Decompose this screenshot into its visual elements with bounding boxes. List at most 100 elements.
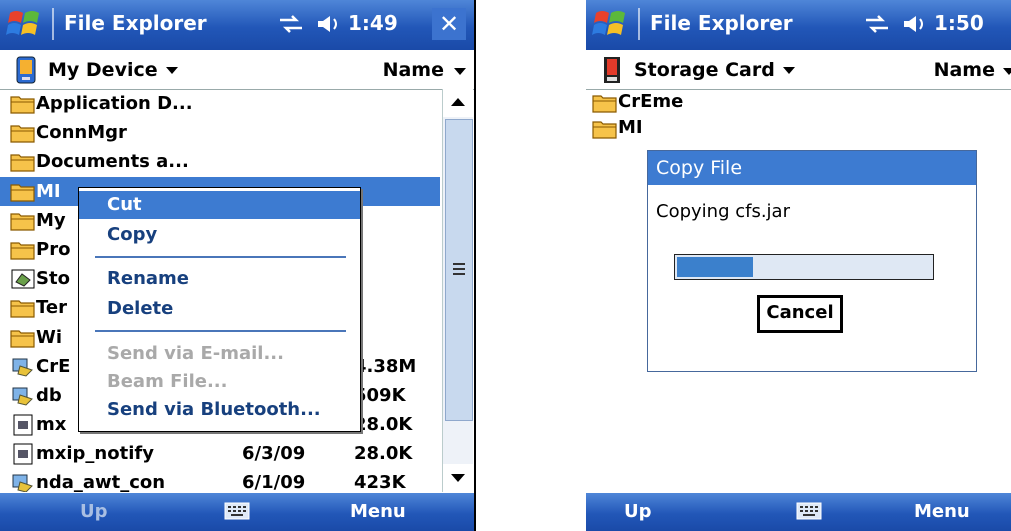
file-date: 6/1/09 — [242, 472, 306, 492]
file-name: Ter — [36, 297, 67, 319]
folder-icon — [10, 210, 36, 232]
softkey-up[interactable]: Up — [80, 501, 108, 522]
cancel-button[interactable]: Cancel — [757, 295, 843, 333]
close-button[interactable]: ✕ — [432, 8, 466, 40]
file-name: db — [36, 384, 62, 406]
file-row[interactable]: CrEme — [586, 89, 1011, 115]
dialog-message: Copying cfs.jar — [656, 201, 790, 222]
location-header: My Device Name — [0, 51, 474, 90]
storage-card-icon — [10, 268, 36, 290]
title-separator — [638, 8, 640, 40]
soft-key-bar: Up Menu — [586, 493, 1011, 531]
folder-icon — [10, 181, 36, 203]
app-title: File Explorer — [650, 11, 793, 35]
scroll-thumb[interactable] — [445, 119, 473, 421]
progress-bar — [674, 254, 934, 280]
file-row[interactable]: Application D... — [0, 89, 440, 118]
softkey-up[interactable]: Up — [624, 501, 652, 522]
connectivity-icon[interactable] — [864, 14, 890, 34]
folder-icon — [10, 239, 36, 261]
sort-chevron-down-icon[interactable] — [454, 68, 466, 75]
file-name: ConnMgr — [36, 122, 127, 144]
folder-icon — [10, 151, 36, 173]
keyboard-icon[interactable] — [796, 502, 822, 520]
folder-icon — [10, 297, 36, 319]
file-date: 6/3/09 — [242, 443, 306, 465]
file-name: Documents a... — [36, 151, 189, 173]
arrow-down-icon — [451, 474, 465, 482]
menu-item-send-via-email: Send via E-mail... — [107, 343, 284, 364]
app-title: File Explorer — [64, 11, 207, 35]
arrow-up-icon — [451, 98, 465, 106]
title-separator — [52, 8, 54, 40]
file-icon — [10, 443, 36, 465]
soft-key-bar: Up Menu — [0, 493, 474, 531]
file-list: CrEme MI — [586, 89, 1011, 141]
file-size: 423K — [354, 472, 406, 492]
file-size: 28.0K — [354, 443, 413, 465]
dialog-title: Copy File — [648, 151, 976, 185]
title-bar: File Explorer 1:50 — [586, 0, 1011, 50]
progress-fill — [677, 257, 753, 277]
context-menu: Cut Copy Rename Delete Send via E-mail..… — [78, 187, 361, 432]
speaker-icon[interactable] — [900, 13, 928, 35]
clock[interactable]: 1:49 — [348, 11, 398, 35]
file-row[interactable]: MI — [586, 115, 1011, 141]
file-name: CrE — [36, 355, 71, 377]
file-row[interactable]: mxip_notify 6/3/09 28.0K — [0, 439, 440, 468]
menu-item-cut[interactable]: Cut — [79, 191, 360, 219]
sort-chevron-down-icon[interactable] — [1003, 68, 1011, 75]
menu-item-rename[interactable]: Rename — [79, 265, 360, 293]
device-icon — [16, 56, 36, 84]
program-icon — [10, 385, 36, 407]
file-size: 509K — [354, 384, 406, 406]
windows-start-icon[interactable] — [590, 5, 632, 45]
file-name: My — [36, 209, 66, 231]
sort-dropdown[interactable]: Name — [383, 59, 444, 81]
location-dropdown[interactable]: My Device — [48, 59, 178, 81]
scrollbar[interactable] — [442, 89, 473, 492]
folder-icon — [10, 327, 36, 349]
file-row[interactable]: Documents a... — [0, 147, 440, 176]
clock[interactable]: 1:50 — [934, 11, 984, 35]
file-explorer-screen-1: File Explorer 1:49 ✕ My Device Name Appl… — [0, 0, 476, 531]
program-icon — [10, 472, 36, 492]
file-name: Application D... — [36, 93, 193, 114]
chevron-down-icon — [165, 67, 178, 74]
scroll-up-button[interactable] — [443, 89, 473, 117]
file-name: mxip_notify — [36, 443, 154, 465]
location-header: Storage Card Name — [586, 51, 1011, 90]
file-row[interactable]: nda_awt_con 6/1/09 423K — [0, 468, 440, 492]
windows-start-icon[interactable] — [4, 5, 46, 45]
file-name: nda_awt_con — [36, 472, 166, 492]
sort-dropdown[interactable]: Name — [934, 59, 995, 81]
scroll-down-button[interactable] — [443, 464, 473, 492]
program-icon — [10, 356, 36, 378]
menu-item-send-via-bluetooth[interactable]: Send via Bluetooth... — [79, 396, 360, 424]
connectivity-icon[interactable] — [278, 14, 304, 34]
menu-separator — [95, 330, 346, 332]
title-bar: File Explorer 1:49 ✕ — [0, 0, 474, 50]
folder-icon — [10, 122, 36, 144]
file-name: mx — [36, 414, 67, 436]
menu-item-copy[interactable]: Copy — [79, 221, 360, 249]
file-explorer-screen-2: File Explorer 1:50 Storage Card Name CrE… — [586, 0, 1011, 531]
grip-line — [453, 273, 465, 275]
keyboard-icon[interactable] — [224, 502, 250, 520]
location-dropdown[interactable]: Storage Card — [634, 59, 795, 81]
chevron-down-icon — [782, 67, 795, 74]
file-name: Wi — [36, 326, 63, 348]
storage-card-icon — [604, 57, 620, 83]
softkey-menu[interactable]: Menu — [350, 501, 406, 522]
grip-line — [453, 263, 465, 265]
menu-item-delete[interactable]: Delete — [79, 295, 360, 323]
menu-separator — [95, 256, 346, 258]
folder-icon — [592, 92, 618, 114]
file-name: Pro — [36, 238, 71, 260]
file-name: MI — [36, 180, 61, 202]
file-icon — [10, 414, 36, 436]
file-row[interactable]: ConnMgr — [0, 118, 440, 147]
softkey-menu[interactable]: Menu — [914, 501, 970, 522]
speaker-icon[interactable] — [314, 13, 342, 35]
copy-file-dialog: Copy File Copying cfs.jar Cancel — [647, 150, 977, 372]
